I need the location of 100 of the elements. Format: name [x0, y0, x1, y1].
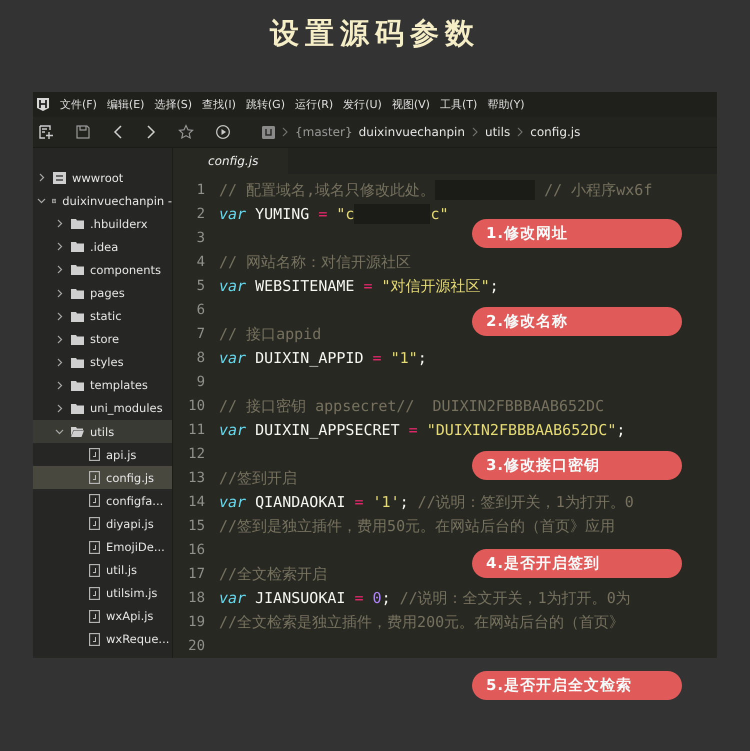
- line-number: 7: [196, 326, 205, 342]
- menu-item[interactable]: 发行(U): [343, 97, 382, 112]
- tree-item[interactable]: wwwroot: [33, 166, 172, 190]
- chevron-right-icon[interactable]: [55, 358, 64, 367]
- folder-icon: [71, 402, 84, 414]
- tree-item[interactable]: .idea: [33, 235, 172, 258]
- folder-icon: [71, 241, 84, 252]
- chevron-down-icon[interactable]: [37, 196, 46, 206]
- line-number: 15: [187, 518, 205, 534]
- code-text: c": [430, 205, 449, 223]
- tree-item[interactable]: .hbuilderx: [33, 212, 172, 236]
- tree-item[interactable]: wxReque...: [33, 628, 172, 651]
- tree-item[interactable]: util.js: [33, 558, 172, 582]
- code-text: // 配置域名,域名只修改此处。: [219, 180, 436, 200]
- chevron-right-icon: [472, 127, 478, 137]
- line-number: 6: [196, 302, 205, 318]
- code-text: //签到是独立插件，费用50元。在网站后台的（首页》应用: [219, 516, 616, 536]
- menu-item[interactable]: 查找(I): [202, 97, 236, 112]
- breadcrumb-item[interactable]: duixinvuechanpin: [358, 125, 465, 139]
- file-icon: [89, 610, 100, 623]
- menu-item[interactable]: 文件(F): [60, 97, 97, 112]
- chevron-right-icon[interactable]: [55, 219, 64, 228]
- page-title: 设置源码参数: [268, 15, 481, 52]
- file-icon: [89, 517, 100, 530]
- tree-item[interactable]: styles: [33, 350, 172, 374]
- folder-icon: [71, 218, 84, 230]
- save-icon[interactable]: [75, 124, 91, 140]
- breadcrumb-item[interactable]: utils: [485, 125, 510, 139]
- tree-item[interactable]: utils: [33, 420, 172, 444]
- code-text: var WEBSITENAME = "对信开源社区";: [219, 276, 499, 296]
- line-number: 17: [187, 566, 205, 582]
- tree-item[interactable]: utilsim.js: [33, 582, 172, 605]
- folder-icon: [71, 334, 84, 345]
- line-number: 9: [196, 374, 205, 390]
- tree-item[interactable]: api.js: [33, 443, 172, 466]
- chevron-right-icon[interactable]: [55, 242, 64, 252]
- folder-icon: [71, 288, 84, 299]
- editor-tab[interactable]: config.js: [173, 148, 288, 174]
- run-icon[interactable]: [215, 124, 231, 140]
- chevron-right-icon[interactable]: [55, 288, 64, 298]
- annotation-label: 1.修改网址: [472, 219, 682, 248]
- tree-item[interactable]: wxApi.js: [33, 604, 172, 628]
- code-text: // 接口密钥 appsecret// DUIXIN2FBBBAAB652DC: [219, 396, 604, 416]
- star-icon[interactable]: [178, 124, 194, 140]
- line-number: 19: [187, 614, 205, 630]
- chevron-right-icon[interactable]: [55, 380, 64, 390]
- file-icon: [89, 471, 100, 484]
- code-text: var YUMING = "c: [219, 205, 354, 223]
- chevron-right-icon[interactable]: [55, 265, 64, 274]
- code-text: // 接口appid: [219, 324, 322, 344]
- line-number: 2: [196, 206, 205, 222]
- folder-icon: [71, 264, 84, 276]
- menu-item[interactable]: 跳转(G): [246, 97, 285, 112]
- line-number: 4: [196, 254, 205, 270]
- line-number: 11: [187, 422, 205, 438]
- menu-item[interactable]: 视图(V): [392, 97, 430, 112]
- code-text: var QIANDAOKAI = '1'; //说明：签到开关，1为打开。0: [219, 492, 634, 512]
- chevron-right-icon: [517, 127, 524, 137]
- chevron-right-icon: [282, 127, 288, 137]
- tree-item[interactable]: EmojiDe...: [33, 536, 172, 559]
- folder-icon: [71, 380, 84, 391]
- menu-item[interactable]: 运行(R): [294, 97, 334, 112]
- breadcrumb-item[interactable]: config.js: [530, 125, 580, 139]
- menu-item[interactable]: 选择(S): [154, 97, 192, 112]
- line-number: 10: [187, 398, 205, 414]
- tree-item[interactable]: configfa...: [33, 489, 172, 512]
- tree-item[interactable]: pages: [33, 281, 172, 305]
- menu-item[interactable]: 帮助(Y): [487, 97, 525, 112]
- code-text: // 网站名称：对信开源社区: [219, 252, 412, 272]
- open-folder-icon: [71, 426, 84, 438]
- menu-item[interactable]: 编辑(E): [106, 97, 144, 112]
- tree-item[interactable]: static: [33, 304, 172, 328]
- app-logo-icon: [36, 97, 50, 112]
- annotation-label: 2.修改名称: [472, 307, 682, 336]
- annotation-label: 3.修改接口密钥: [472, 451, 682, 480]
- code-text: //全文检索开启: [219, 564, 328, 584]
- tree-item[interactable]: store: [33, 328, 172, 351]
- line-number: 3: [196, 230, 205, 246]
- line-number: 8: [196, 350, 205, 366]
- chevron-right-icon[interactable]: [37, 173, 46, 182]
- chevron-right-icon[interactable]: [55, 404, 64, 413]
- chevron-down-icon[interactable]: [55, 427, 64, 436]
- file-icon: [89, 494, 100, 508]
- line-number: 20: [187, 638, 205, 654]
- chevron-right-icon[interactable]: [55, 334, 64, 344]
- new-file-icon[interactable]: [38, 124, 54, 140]
- forward-icon[interactable]: [145, 124, 157, 140]
- folder-icon: [71, 356, 84, 368]
- tree-item[interactable]: duixinvuechanpin -: [33, 189, 172, 212]
- code-text: // 小程序wx6f: [543, 180, 652, 200]
- line-number: 16: [187, 542, 205, 558]
- tree-item[interactable]: uni_modules: [33, 396, 172, 420]
- menu-item[interactable]: 工具(T): [440, 97, 478, 112]
- tree-item[interactable]: diyapi.js: [33, 512, 172, 536]
- tree-item[interactable]: config.js: [33, 466, 172, 490]
- file-icon: [89, 564, 100, 577]
- tree-item[interactable]: templates: [33, 374, 172, 397]
- chevron-right-icon[interactable]: [55, 312, 64, 321]
- tree-item[interactable]: components: [33, 258, 172, 282]
- back-icon[interactable]: [112, 124, 124, 140]
